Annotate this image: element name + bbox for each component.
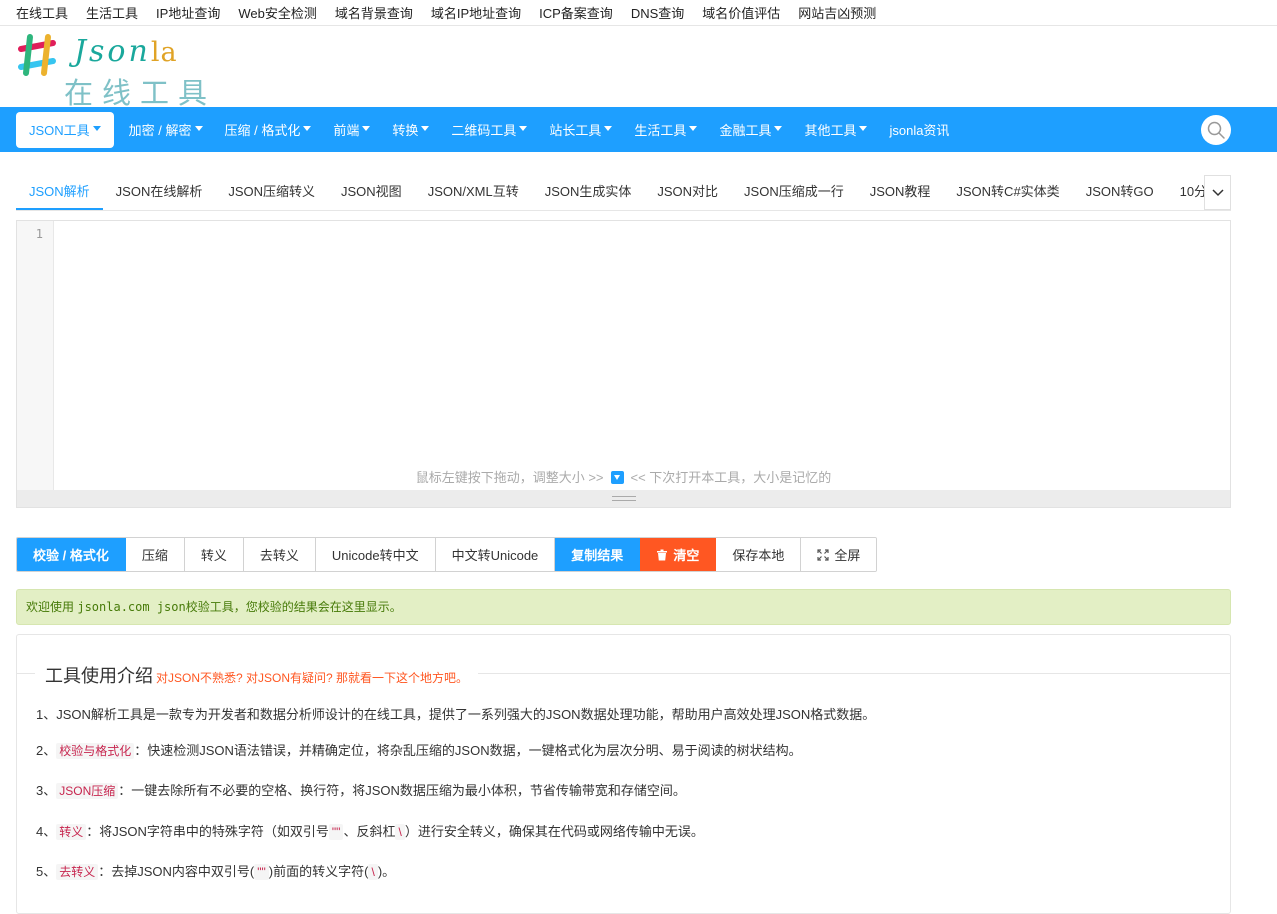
caret-down-icon: [194, 126, 203, 131]
top-link-online-tools[interactable]: 在线工具: [16, 3, 68, 22]
logo-title: Jsonla: [74, 34, 178, 69]
escape-button[interactable]: 转义: [184, 538, 244, 571]
intro-item-1: 1、JSON解析工具是一款专为开发者和数据分析师设计的在线工具，提供了一系列强大…: [36, 707, 876, 722]
top-link-domain-background[interactable]: 域名背景查询: [335, 3, 413, 22]
tab-json-csharp[interactable]: JSON转C#实体类: [943, 175, 1072, 210]
tab-json-entity[interactable]: JSON生成实体: [532, 175, 645, 210]
nav-item-encrypt[interactable]: 加密 / 解密: [118, 112, 214, 148]
caret-down-icon: [604, 126, 613, 131]
unescape-button[interactable]: 去转义: [243, 538, 316, 571]
nav-item-life[interactable]: 生活工具: [623, 112, 708, 148]
nav-item-frontend[interactable]: 前端: [322, 112, 381, 148]
nav-item-webmaster[interactable]: 站长工具: [538, 112, 623, 148]
main-nav: JSON工具 加密 / 解密 压缩 / 格式化 前端 转换 二维码工具 站长工具…: [0, 107, 1277, 152]
top-link-life-tools[interactable]: 生活工具: [86, 3, 138, 22]
caret-down-icon: [303, 126, 312, 131]
top-link-icp[interactable]: ICP备案查询: [539, 3, 613, 22]
top-link-domain-value[interactable]: 域名价值评估: [702, 3, 780, 22]
intro-item-5: 5、 去转义 ：去掉JSON内容中双引号("")前面的转义字符(\)。: [36, 864, 396, 880]
intro-panel: 工具使用介绍 对JSON不熟悉? 对JSON有疑问? 那就看一下这个地方吧。 1、…: [16, 634, 1231, 914]
logo-area: Jsonla 在线工具: [0, 26, 1277, 110]
top-link-ip-lookup[interactable]: IP地址查询: [156, 3, 220, 22]
line-number: 1: [35, 227, 43, 241]
chinese-to-unicode-button[interactable]: 中文转Unicode: [435, 538, 556, 571]
nav-item-json-tools[interactable]: JSON工具: [16, 111, 114, 148]
tabs-more-button[interactable]: [1204, 175, 1231, 210]
fullscreen-icon: [817, 548, 829, 561]
top-link-site-fortune[interactable]: 网站吉凶预测: [798, 3, 876, 22]
copy-result-button[interactable]: 复制结果: [555, 538, 641, 571]
nav-item-other[interactable]: 其他工具: [793, 112, 878, 148]
caret-down-icon: [362, 126, 371, 131]
caret-down-icon: [92, 126, 101, 131]
caret-down-icon: [421, 126, 430, 131]
caret-down-icon: [689, 126, 698, 131]
tab-json-one-line[interactable]: JSON压缩成一行: [731, 175, 857, 210]
intro-title: 工具使用介绍: [45, 666, 153, 686]
top-link-web-security[interactable]: Web安全检测: [238, 3, 317, 22]
tab-10min[interactable]: 10分钟: [1167, 175, 1204, 210]
tab-json-tutorial[interactable]: JSON教程: [857, 175, 944, 210]
nav-item-convert[interactable]: 转换: [381, 112, 440, 148]
search-icon: [1207, 121, 1225, 139]
result-status-message: 欢迎使用 jsonla.com json校验工具，您校验的结果会在这里显示。: [16, 589, 1231, 625]
validate-format-button[interactable]: 校验 / 格式化: [17, 538, 126, 571]
logo-icon[interactable]: [15, 33, 59, 77]
save-local-button[interactable]: 保存本地: [716, 538, 802, 571]
top-link-dns[interactable]: DNS查询: [631, 3, 684, 22]
search-button[interactable]: [1201, 115, 1231, 145]
nav-item-compress-format[interactable]: 压缩 / 格式化: [214, 112, 323, 148]
caret-down-icon: [519, 126, 528, 131]
tab-json-compress-escape[interactable]: JSON压缩转义: [215, 175, 328, 210]
tab-json-parse[interactable]: JSON解析: [16, 175, 103, 210]
grip-icon: [611, 496, 636, 501]
tab-json-view[interactable]: JSON视图: [328, 175, 415, 210]
resize-hint: 鼠标左键按下拖动，调整大小 >> << 下次打开本工具，大小是记忆的: [415, 470, 832, 485]
trash-icon: [657, 549, 668, 560]
unicode-to-chinese-button[interactable]: Unicode转中文: [315, 538, 436, 571]
intro-item-3: 3、 JSON压缩 ：一键去除所有不必要的空格、换行符，将JSON数据压缩为最小体积…: [36, 783, 686, 799]
caret-down-icon: [774, 126, 783, 131]
intro-heading: 工具使用介绍 对JSON不熟悉? 对JSON有疑问? 那就看一下这个地方吧。: [35, 662, 479, 688]
editor-resize-handle[interactable]: [17, 490, 1230, 507]
tab-json-online-parse[interactable]: JSON在线解析: [103, 175, 216, 210]
caret-down-icon: [859, 126, 868, 131]
json-editor[interactable]: 1 鼠标左键按下拖动，调整大小 >> << 下次打开本工具，大小是记忆的: [16, 220, 1231, 508]
compress-button[interactable]: 压缩: [125, 538, 185, 571]
nav-item-news[interactable]: jsonla资讯: [878, 112, 960, 148]
download-arrow-icon: [610, 471, 624, 484]
nav-item-qrcode[interactable]: 二维码工具: [440, 112, 538, 148]
fullscreen-button[interactable]: 全屏: [801, 538, 877, 571]
nav-item-finance[interactable]: 金融工具: [708, 112, 793, 148]
json-tool-tabs: JSON解析 JSON在线解析 JSON压缩转义 JSON视图 JSON/XML…: [16, 175, 1231, 211]
intro-item-4: 4、 转义 ：将JSON字符串中的特殊字符（如双引号 "" 、反斜杠 \ ）进行安全转义，确…: [36, 824, 704, 840]
intro-item-2: 2、 校验与格式化 ：快速检测JSON语法错误，并精确定位，将杂乱压缩的JSON数据…: [36, 743, 802, 759]
intro-subtitle: 对JSON不熟悉? 对JSON有疑问? 那就看一下这个地方吧。: [156, 671, 469, 685]
top-link-domain-ip[interactable]: 域名IP地址查询: [431, 3, 521, 22]
line-number-gutter: 1: [17, 221, 54, 491]
action-button-group: 校验 / 格式化 压缩 转义 去转义 Unicode转中文 中文转Unicode…: [16, 537, 878, 572]
tab-json-xml[interactable]: JSON/XML互转: [415, 175, 532, 210]
top-link-bar: 在线工具 生活工具 IP地址查询 Web安全检测 域名背景查询 域名IP地址查询…: [0, 0, 1277, 26]
chevron-down-icon: [1211, 188, 1224, 196]
logo-subtitle: 在线工具: [64, 76, 217, 110]
tab-json-go[interactable]: JSON转GO: [1073, 175, 1167, 210]
clear-button[interactable]: 清空: [640, 538, 717, 571]
tab-json-compare[interactable]: JSON对比: [644, 175, 731, 210]
